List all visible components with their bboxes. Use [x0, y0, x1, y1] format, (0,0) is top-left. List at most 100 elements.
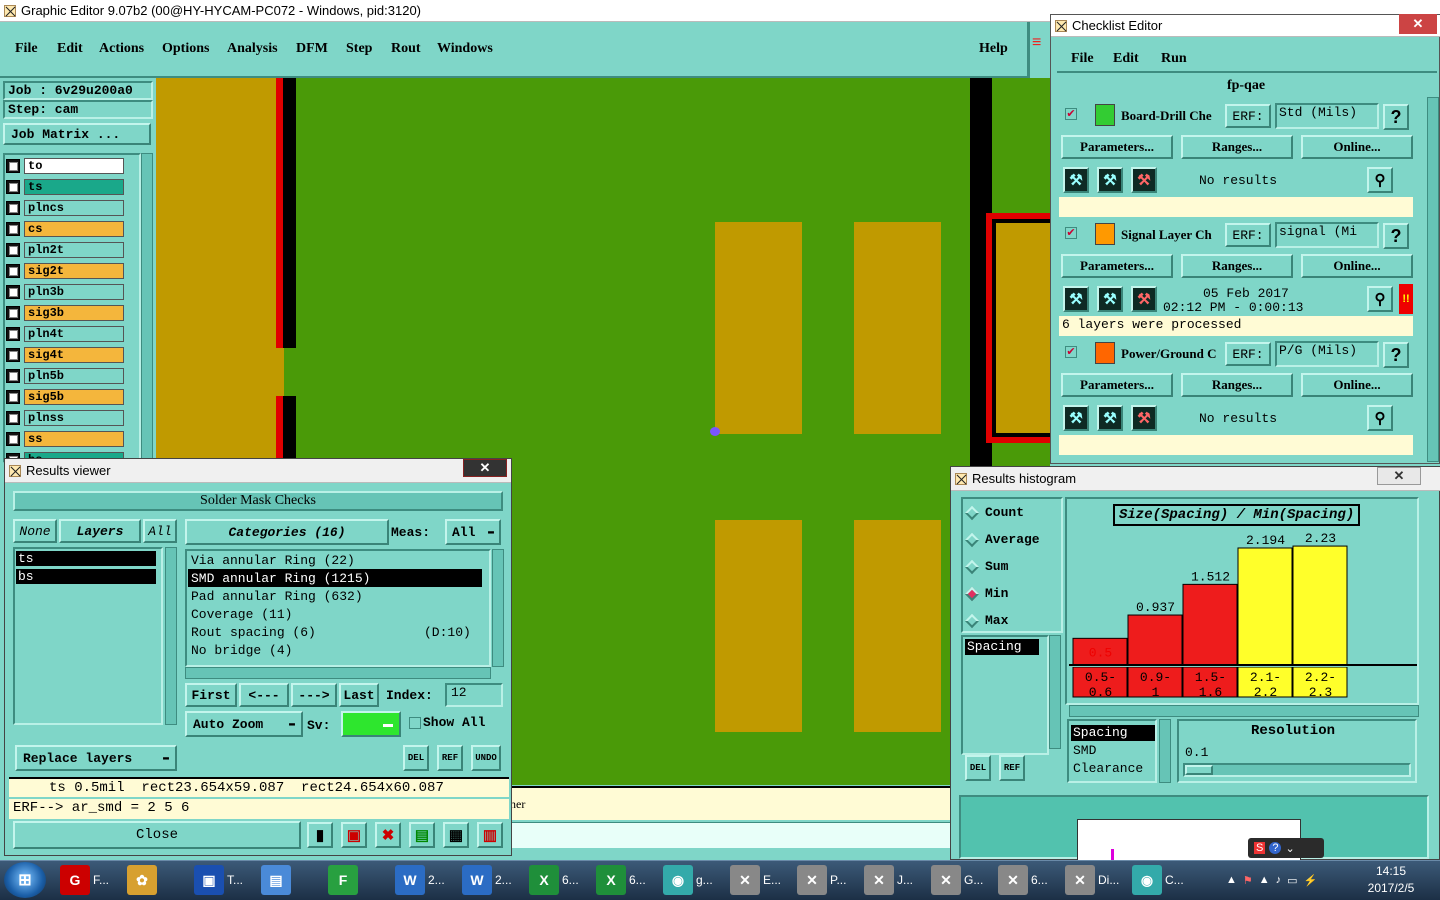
online-button[interactable]: Online...	[1301, 254, 1413, 278]
taskbar-item[interactable]: ✕ J...	[864, 861, 928, 899]
tool-icon-3[interactable]: ✖	[375, 822, 401, 848]
categories-button[interactable]: Categories (16)	[185, 519, 389, 545]
layer-row-pln5b[interactable]: pln5b	[6, 368, 124, 384]
mode-radio-average[interactable]: Average	[964, 532, 1040, 547]
erf-value[interactable]: Std (Mils)	[1275, 103, 1379, 129]
category-item[interactable]: Via annular Ring (22)	[188, 551, 482, 569]
nav-last-button[interactable]: Last	[339, 683, 379, 707]
tool-icon-4[interactable]: ▤	[409, 822, 435, 848]
taskbar-item[interactable]: X 6...	[529, 861, 593, 899]
run-icon[interactable]: ⚒	[1063, 405, 1089, 431]
layer-row-sig4t[interactable]: sig4t	[6, 347, 124, 363]
parameters-button[interactable]: Parameters...	[1061, 254, 1173, 278]
checklist-close-icon[interactable]: ✕	[1399, 14, 1437, 34]
taskbar-item[interactable]: ✕ G...	[931, 861, 995, 899]
layer-row-ts[interactable]: ts	[6, 179, 124, 195]
bottom-list-scrollbar[interactable]	[1159, 719, 1171, 783]
bottom-list-item-smd[interactable]: SMD	[1071, 743, 1096, 758]
categories-hscroll[interactable]	[185, 667, 491, 679]
ranges-button[interactable]: Ranges...	[1181, 135, 1293, 159]
histogram-close-icon[interactable]: ✕	[1377, 467, 1421, 485]
layer-checkbox[interactable]	[6, 180, 20, 194]
nav-first-button[interactable]: First	[185, 683, 237, 707]
layer-checkbox[interactable]	[6, 432, 20, 446]
taskbar-item[interactable]: G F...	[60, 861, 124, 899]
layer-checkbox[interactable]	[6, 243, 20, 257]
check-name[interactable]: Signal Layer Ch	[1121, 227, 1225, 243]
tab-all[interactable]: All	[143, 519, 177, 543]
tray-app-icon[interactable]: ⚡	[1304, 874, 1318, 887]
checklist-menu-edit[interactable]: Edit	[1113, 51, 1139, 67]
zoom-results-icon[interactable]: ⚲	[1367, 286, 1393, 312]
menu-edit[interactable]: Edit	[57, 41, 83, 57]
layer-checkbox[interactable]	[6, 390, 20, 404]
taskbar-item[interactable]: ✕ 6...	[998, 861, 1062, 899]
layer-row-pln4t[interactable]: pln4t	[6, 326, 124, 342]
del-button[interactable]: DEL	[403, 745, 429, 771]
layer-checkbox[interactable]	[6, 264, 20, 278]
hist-bar[interactable]	[1237, 547, 1293, 665]
help-button[interactable]: ?	[1383, 104, 1409, 130]
ranges-button[interactable]: Ranges...	[1181, 373, 1293, 397]
bottom-list-item-clearance[interactable]: Clearance	[1071, 761, 1143, 776]
layer-row-sig2t[interactable]: sig2t	[6, 263, 124, 279]
taskbar-item[interactable]: ✿	[127, 861, 191, 899]
erf-button[interactable]: ERF:	[1225, 223, 1271, 247]
taskbar-item[interactable]: ✕ P...	[797, 861, 861, 899]
menu-help[interactable]: Help	[979, 41, 1008, 57]
ranges-button[interactable]: Ranges...	[1181, 254, 1293, 278]
check-enable-checkbox[interactable]: ✔	[1065, 108, 1077, 120]
sv-color-select[interactable]: ▬	[341, 711, 401, 737]
zoom-results-icon[interactable]: ⚲	[1367, 167, 1393, 193]
layer-checkbox[interactable]	[6, 306, 20, 320]
online-button[interactable]: Online...	[1301, 135, 1413, 159]
resolution-slider-thumb[interactable]	[1185, 765, 1213, 775]
layer-checkbox[interactable]	[6, 222, 20, 236]
mode-radio-count[interactable]: Count	[964, 505, 1024, 520]
mode-radio-sum[interactable]: Sum	[964, 559, 1008, 574]
tool-icon-1[interactable]: ▮	[307, 822, 333, 848]
category-item[interactable]: Rout spacing (6) (D:10)	[188, 623, 482, 641]
erf-value[interactable]: P/G (Mils)	[1275, 341, 1379, 367]
nav-prev-button[interactable]: <---	[239, 683, 289, 707]
tray-sound-icon[interactable]: ♪	[1276, 874, 1282, 886]
stop-icon[interactable]: ⚒	[1131, 405, 1157, 431]
taskbar-item[interactable]: ▣ T...	[194, 861, 258, 899]
check-enable-checkbox[interactable]: ✔	[1065, 227, 1077, 239]
tray-arrow-icon[interactable]: ▲	[1226, 874, 1237, 886]
parameters-button[interactable]: Parameters...	[1061, 135, 1173, 159]
left-list-scrollbar[interactable]	[1049, 635, 1061, 749]
category-item[interactable]: Pad annular Ring (632)	[188, 587, 482, 605]
mode-radio-max[interactable]: Max	[964, 613, 1008, 628]
taskbar-item[interactable]: ✕ E...	[730, 861, 794, 899]
help-button[interactable]: ?	[1383, 223, 1409, 249]
menu-actions[interactable]: Actions	[99, 41, 144, 57]
zoom-results-icon[interactable]: ⚲	[1367, 405, 1393, 431]
taskbar-item[interactable]: ◉ C...	[1132, 861, 1196, 899]
tray-monitor-icon[interactable]: ▭	[1287, 874, 1297, 887]
check-enable-checkbox[interactable]: ✔	[1065, 346, 1077, 358]
nav-next-button[interactable]: --->	[291, 683, 337, 707]
check-name[interactable]: Board-Drill Che	[1121, 108, 1225, 124]
layer-row-to[interactable]: to	[6, 158, 124, 174]
tab-none[interactable]: None	[13, 519, 57, 543]
tray-ime[interactable]: S ? ⌄	[1248, 838, 1324, 858]
start-button[interactable]: ⊞	[4, 862, 46, 898]
menu-dfm[interactable]: DFM	[296, 41, 328, 57]
check-name[interactable]: Power/Ground C	[1121, 346, 1225, 362]
online-button[interactable]: Online...	[1301, 373, 1413, 397]
auto-zoom-select[interactable]: Auto Zoom ▬	[185, 711, 303, 737]
tray-network-icon[interactable]: ▲	[1259, 874, 1270, 886]
erf-button[interactable]: ERF:	[1225, 342, 1271, 366]
menu-windows[interactable]: Windows	[437, 41, 493, 57]
run-all-icon[interactable]: ⚒	[1097, 405, 1123, 431]
stop-icon[interactable]: ⚒	[1131, 167, 1157, 193]
layers-list-scrollbar[interactable]	[165, 547, 177, 725]
hist-bar[interactable]	[1182, 583, 1238, 665]
clock[interactable]: 14:15 2017/2/5	[1356, 863, 1426, 897]
parameters-button[interactable]: Parameters...	[1061, 373, 1173, 397]
category-item[interactable]: SMD annular Ring (1215)	[188, 569, 482, 587]
run-all-icon[interactable]: ⚒	[1097, 167, 1123, 193]
tab-layers[interactable]: Layers	[59, 519, 141, 543]
ref-button[interactable]: REF	[437, 745, 463, 771]
